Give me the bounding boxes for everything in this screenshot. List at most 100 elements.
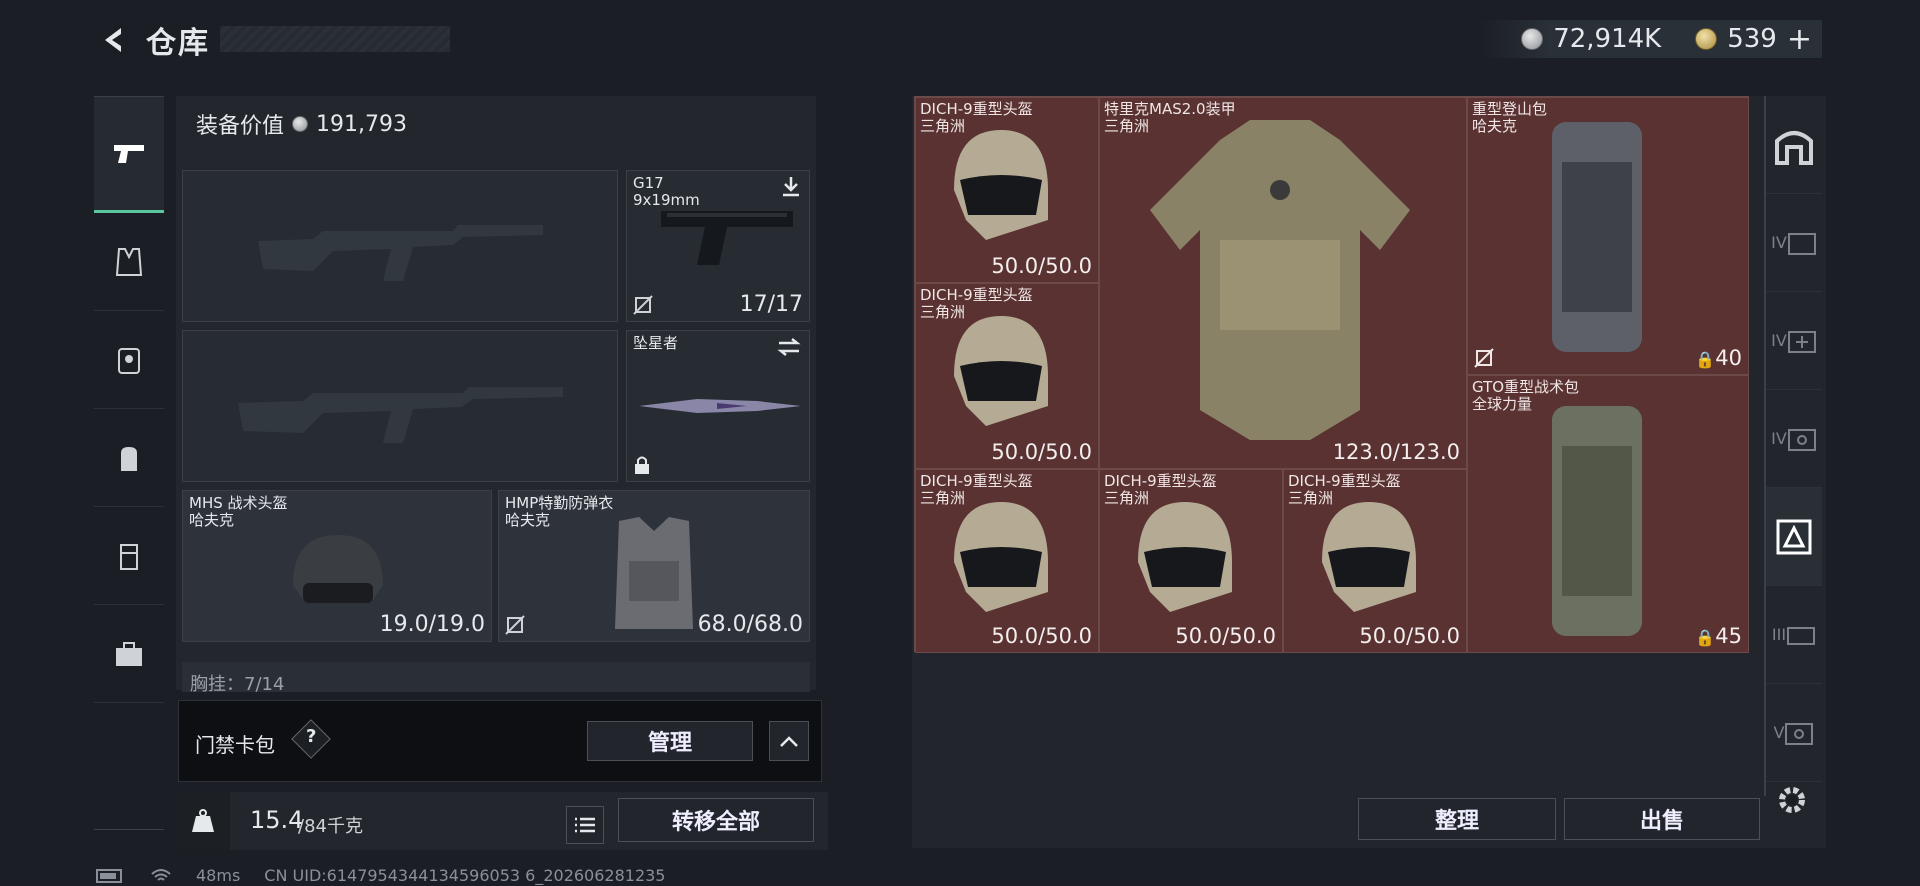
equip-value: 装备价值 191,793: [196, 108, 407, 140]
settings-icon[interactable]: [1774, 782, 1810, 822]
secondary-weapon-slot[interactable]: [182, 330, 618, 482]
ping: 48ms: [196, 866, 241, 885]
knife-image-icon: [639, 399, 801, 413]
medkit-icon: [1787, 330, 1816, 353]
backpack-image-icon: [1552, 406, 1642, 636]
manage-button[interactable]: 管理: [587, 721, 753, 761]
pistol-icon: [114, 144, 144, 163]
tab-label: IV: [1771, 233, 1787, 252]
pouch-icon: [120, 543, 138, 570]
helmet-name: MHS 战术头盔: [189, 494, 288, 512]
stash-grid: DICH-9重型头盔 三角洲 50.0/50.0 特里克MAS2.0装甲 三角洲 1…: [914, 96, 1749, 653]
nav-backpack[interactable]: [94, 409, 164, 507]
crate-icon: [1787, 232, 1816, 255]
helmet-image-icon: [954, 316, 1048, 426]
expand-button[interactable]: [769, 721, 809, 761]
stash-item-helmet[interactable]: DICH-9重型头盔 三角洲 50.0/50.0: [1283, 469, 1467, 653]
uid: CN UID:6147954344134596053 6_20260628123…: [264, 866, 666, 885]
pistol-name: G17: [633, 174, 664, 192]
nav-weapons[interactable]: [94, 97, 164, 213]
currency-bar: 72,914K 539 +: [1481, 20, 1822, 58]
swap-icon[interactable]: [777, 337, 801, 357]
status-bar: 48ms CN UID:6147954344134596053 6_202606…: [96, 866, 665, 885]
silver-amount: 72,914K: [1553, 24, 1662, 54]
tab-stash-1[interactable]: IV: [1766, 194, 1822, 292]
wifi-icon: [151, 868, 171, 881]
tab-stash-3[interactable]: IV: [1766, 390, 1822, 488]
no-insure-icon: [1474, 348, 1494, 368]
stash-item-backpack[interactable]: GTO重型战术包 全球力量 🔒45: [1467, 375, 1749, 653]
gold-coin-icon: [1695, 28, 1718, 50]
rifle-silhouette-icon: [258, 225, 543, 281]
tab-label: IV: [1771, 331, 1787, 350]
keycard-bar: 门禁卡包 ? 管理: [178, 700, 822, 782]
melee-name: 坠星者: [633, 334, 679, 352]
armor-durability: 68.0/68.0: [697, 612, 803, 637]
armor-icon: [118, 347, 140, 374]
equip-value-label: 装备价值: [196, 114, 285, 139]
sell-button[interactable]: 出售: [1564, 798, 1760, 840]
lock-icon: [635, 456, 649, 474]
helmet-maker: 哈夫克: [189, 511, 235, 529]
keycard-label: 门禁卡包: [195, 733, 275, 757]
stash-item-armor[interactable]: 特里克MAS2.0装甲 三角洲 123.0/123.0: [1099, 97, 1467, 469]
armor-slot[interactable]: HMP特勤防弹衣 哈夫克 68.0/68.0: [498, 490, 810, 642]
battery-icon: [96, 868, 122, 883]
rack-icon: [1787, 626, 1816, 645]
nav-case[interactable]: [94, 605, 164, 703]
download-icon[interactable]: [781, 175, 801, 199]
backpack-icon: [121, 446, 137, 471]
chest-rig-slot[interactable]: 胸挂：7/14: [182, 662, 810, 692]
helmet-image-icon: [954, 502, 1048, 612]
back-icon[interactable]: [96, 22, 132, 58]
helmet-slot[interactable]: MHS 战术头盔 哈夫克 19.0/19.0: [182, 490, 492, 642]
weight-icon: [192, 809, 214, 832]
stash-item-helmet[interactable]: DICH-9重型头盔 三角洲 50.0/50.0: [1099, 469, 1283, 653]
helmet-image-icon: [1138, 502, 1232, 612]
transfer-all-button[interactable]: 转移全部: [618, 798, 814, 842]
pistol-ammo: 17/17: [739, 292, 803, 317]
melee-slot[interactable]: 坠星者: [626, 330, 810, 482]
gold-amount: 539: [1727, 24, 1777, 54]
briefcase-icon: [116, 641, 142, 666]
left-nav: [94, 96, 164, 830]
tab-label: IV: [1771, 429, 1787, 448]
chest-rig-label: 胸挂：7/14: [190, 674, 285, 692]
primary-weapon-slot[interactable]: [182, 170, 618, 322]
backpack-capacity: 45: [1715, 624, 1742, 648]
tab-stash-5[interactable]: V: [1766, 684, 1822, 782]
add-currency-button[interactable]: +: [1787, 22, 1812, 57]
list-button[interactable]: [566, 806, 604, 844]
stash-item-helmet[interactable]: DICH-9重型头盔 三角洲 50.0/50.0: [915, 469, 1099, 653]
vault-icon: [1785, 722, 1814, 745]
tab-label: III: [1771, 625, 1787, 644]
list-icon: [575, 817, 595, 833]
tab-stash-home[interactable]: [1766, 96, 1822, 194]
vest-icon: [115, 247, 143, 276]
stash-item-helmet[interactable]: DICH-9重型头盔 三角洲 50.0/50.0: [915, 97, 1099, 283]
nav-armor[interactable]: [94, 311, 164, 409]
tab-stash-2[interactable]: IV: [1766, 292, 1822, 390]
stash-item-helmet[interactable]: DICH-9重型头盔 三角洲 50.0/50.0: [915, 283, 1099, 469]
weight-bar: 15.4 /84千克 转移全部: [176, 792, 828, 850]
stash-item-backpack[interactable]: 重型登山包 哈夫克 🔒40: [1467, 97, 1749, 375]
armor-maker: 哈夫克: [505, 511, 551, 529]
nav-vest[interactable]: [94, 213, 164, 311]
helmet-durability: 19.0/19.0: [379, 612, 485, 637]
vest-image-icon: [615, 517, 693, 629]
armor-image-icon: [1150, 120, 1410, 440]
help-text: ?: [306, 726, 317, 747]
safe-icon: [1787, 428, 1816, 451]
tab-label: V: [1773, 723, 1785, 742]
no-insure-icon: [505, 615, 525, 635]
helmet-image-icon: [954, 130, 1048, 240]
tab-stash-4[interactable]: III: [1766, 586, 1822, 684]
weight-icon-box: [176, 792, 230, 850]
armor-name: HMP特勤防弹衣: [505, 494, 614, 512]
tab-stash-active[interactable]: [1766, 488, 1822, 586]
nav-pouch[interactable]: [94, 507, 164, 605]
helmet-image-icon: [1322, 502, 1416, 612]
triangle-box-icon: [1776, 519, 1812, 554]
pistol-slot[interactable]: G17 9x19mm 17/17: [626, 170, 810, 322]
sort-button[interactable]: 整理: [1358, 798, 1556, 840]
